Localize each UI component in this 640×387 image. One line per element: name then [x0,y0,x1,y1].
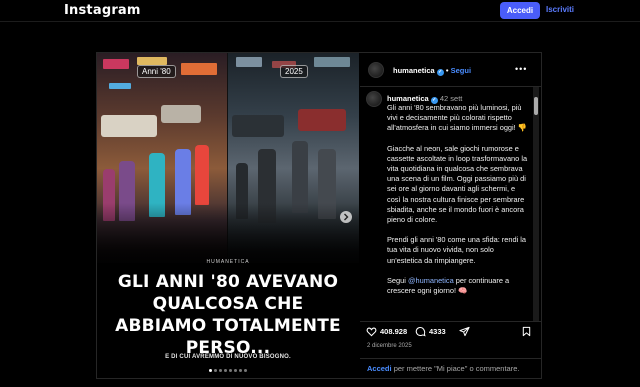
chevron-right-icon [344,213,349,221]
image-subheadline: E DI CUI AVREMMO DI NUOVO BISOGNO. [165,354,291,360]
era-badge-1980s: Anni '80 [137,65,176,78]
carousel-dot[interactable] [224,369,227,372]
share-control[interactable] [459,326,470,337]
login-to-comment-prompt: Accedi per mettere "Mi piace" o commenta… [360,358,541,378]
login-button[interactable]: Accedi [500,2,540,19]
caption-paragraph: Prendi gli anni '80 come una sfida: rend… [387,235,527,265]
carousel-dots [97,369,359,372]
carousel-dot[interactable] [209,369,212,372]
bookmark-icon[interactable] [521,326,532,337]
like-control[interactable]: 408.928 [366,326,407,337]
caption-scrollbar[interactable] [533,87,539,321]
caption-paragraph: Gli anni '80 sembravano più luminosi, pi… [387,103,527,133]
like-count: 408.928 [380,327,408,336]
heart-icon[interactable] [366,326,377,337]
post-date: 2 dicembre 2025 [367,343,412,349]
carousel-next-button[interactable] [340,211,352,223]
carousel-dot[interactable] [229,369,232,372]
login-prompt-text: per mettere "Mi piace" o commentare. [391,364,520,373]
login-link[interactable]: Accedi [367,364,392,373]
brand-label: HUMANETICA [206,259,250,265]
carousel-dot[interactable] [219,369,222,372]
caption-scroll-area[interactable]: humanetica ✓ 42 sett Gli anni '80 sembra… [360,87,541,321]
post-sidebar: humanetica ✓ • Segui ••• humanetica ✓ 42… [360,53,541,378]
instagram-logo[interactable]: Instagram [64,3,141,18]
author-username[interactable]: humanetica [393,66,435,75]
post-actions: 408.928 4333 2 dicembre 2025 Accedi per … [360,321,541,377]
follow-button[interactable]: Segui [451,66,471,75]
carousel-dot[interactable] [214,369,217,372]
caption-paragraph: Segui @humanetica per continuare a cresc… [387,275,510,296]
carousel-dot[interactable] [234,369,237,372]
carousel-dot[interactable] [244,369,247,372]
image-headline: GLI ANNI '80 AVEVANO QUALCOSA CHE ABBIAM… [115,272,341,358]
author-avatar[interactable] [368,62,384,78]
top-navigation-bar: Instagram Accedi Iscriviti [0,0,640,22]
era-badge-2025: 2025 [280,65,308,78]
caption-paragraph: Giacche al neon, sale giochi rumorose e … [387,143,528,225]
caption-date: 42 sett [439,94,463,103]
mention-link[interactable]: @humanetica [408,276,454,285]
send-icon[interactable] [459,326,470,337]
post-media-carousel[interactable]: Anni '80 2025 HUMANETICA GLI ANNI '80 AV… [97,53,359,378]
comment-icon[interactable] [415,326,426,337]
post-author-line: humanetica ✓ • Segui [393,66,471,76]
signup-link[interactable]: Iscriviti [546,5,574,14]
caption-username[interactable]: humanetica [387,94,429,103]
scrollbar-thumb[interactable] [534,97,538,115]
post-header: humanetica ✓ • Segui ••• [360,53,541,87]
more-horizontal-icon[interactable]: ••• [515,64,527,74]
carousel-dot[interactable] [239,369,242,372]
caption-text: Gli anni '80 sembravano più luminosi, pi… [387,103,530,306]
caption-author-avatar[interactable] [366,91,382,107]
comment-count: 4333 [429,327,446,336]
post-container: Anni '80 2025 HUMANETICA GLI ANNI '80 AV… [96,52,542,379]
save-control[interactable] [521,326,532,337]
comment-control[interactable]: 4333 [415,326,446,337]
separator-dot: • [445,66,449,75]
verified-badge-icon: ✓ [436,69,444,76]
